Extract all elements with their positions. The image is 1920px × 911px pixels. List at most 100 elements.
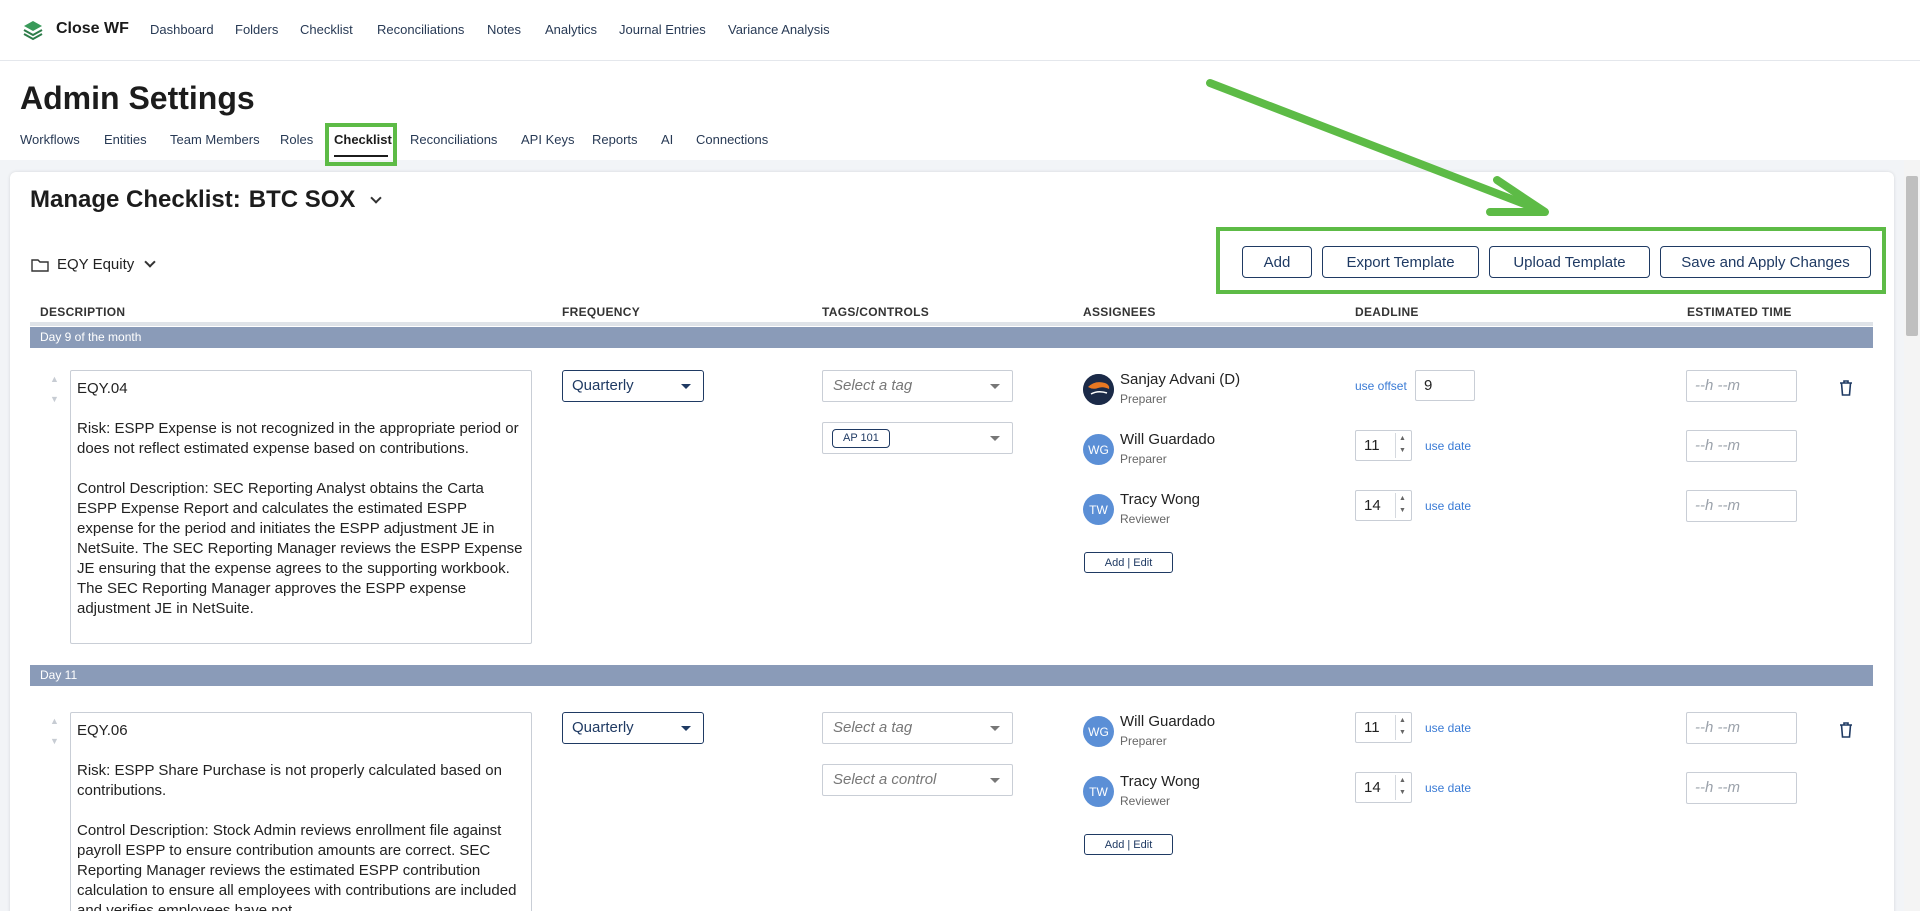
description-field[interactable]: EQY.04 Risk: ESPP Expense is not recogni…: [70, 370, 532, 644]
brand-name[interactable]: Close WF: [56, 20, 129, 38]
deadline-value: 14: [1364, 497, 1381, 514]
assignee-name: Will Guardado: [1120, 431, 1216, 448]
control-select[interactable]: AP 101: [822, 422, 1013, 454]
folder-name: EQY Equity: [57, 256, 135, 273]
avatar: [1083, 374, 1114, 405]
tab-reconciliations[interactable]: Reconciliations: [410, 132, 497, 147]
scrollbar-thumb[interactable]: [1906, 176, 1918, 336]
app-logo-icon[interactable]: [22, 19, 44, 41]
frequency-select[interactable]: Quarterly: [562, 370, 704, 402]
estimated-time-input[interactable]: --h --m: [1686, 712, 1797, 744]
folder-selector[interactable]: EQY Equity: [31, 255, 156, 273]
trash-icon[interactable]: [1838, 379, 1854, 397]
top-navbar: Close WF Dashboard Folders Checklist Rec…: [0, 0, 1920, 61]
item-control: Control Description: Stock Admin reviews…: [77, 822, 517, 911]
stepper-arrows-icon[interactable]: ▲ ▼: [1395, 433, 1409, 458]
use-offset-link[interactable]: use offset: [1355, 379, 1407, 393]
nav-folders[interactable]: Folders: [235, 22, 278, 37]
nav-reconciliations[interactable]: Reconciliations: [377, 22, 464, 37]
caret-down-icon: [681, 726, 691, 731]
header-divider: [30, 322, 1873, 326]
deadline-stepper[interactable]: 14 ▲ ▼: [1355, 490, 1412, 521]
stepper-arrows-icon[interactable]: ▲ ▼: [1395, 715, 1409, 740]
tab-connections[interactable]: Connections: [696, 132, 768, 147]
assignee-name: Tracy Wong: [1120, 773, 1201, 790]
nav-dashboard[interactable]: Dashboard: [150, 22, 214, 37]
deadline-stepper[interactable]: 14 ▲ ▼: [1355, 772, 1412, 803]
tag-select[interactable]: Select a tag: [822, 712, 1013, 744]
avatar: TW: [1083, 494, 1114, 525]
column-header-tags: TAGS/CONTROLS: [822, 305, 930, 319]
control-chip[interactable]: AP 101: [832, 429, 890, 448]
tab-api-keys[interactable]: API Keys: [521, 132, 574, 147]
assignee-role: Reviewer: [1120, 512, 1171, 526]
manage-checklist-title: Manage Checklist: BTC SOX: [30, 186, 382, 214]
nav-notes[interactable]: Notes: [487, 22, 521, 37]
deadline-value: 14: [1364, 779, 1381, 796]
control-placeholder: Select a control: [833, 771, 937, 788]
drag-handle-icon[interactable]: ▲ ▼: [50, 374, 60, 404]
column-header-description: DESCRIPTION: [40, 305, 126, 319]
group-header: Day 11: [30, 665, 1873, 686]
chevron-down-icon[interactable]: [370, 192, 382, 204]
use-date-link[interactable]: use date: [1425, 499, 1471, 513]
tab-workflows[interactable]: Workflows: [20, 132, 80, 147]
page-title: Admin Settings: [20, 80, 255, 116]
tag-select[interactable]: Select a tag: [822, 370, 1013, 402]
assignee-role: Preparer: [1120, 734, 1167, 748]
deadline-value: 11: [1364, 719, 1380, 736]
column-header-estimated-time: ESTIMATED TIME: [1687, 305, 1792, 319]
tab-entities[interactable]: Entities: [104, 132, 147, 147]
nav-variance-analysis[interactable]: Variance Analysis: [728, 22, 830, 37]
trash-icon[interactable]: [1838, 721, 1854, 739]
caret-down-icon: [990, 384, 1000, 389]
add-edit-assignees-button[interactable]: Add | Edit: [1084, 834, 1173, 855]
assignee-name: Tracy Wong: [1120, 491, 1201, 508]
annotation-arrow-icon: [1206, 79, 1549, 216]
item-control: Control Description: SEC Reporting Analy…: [77, 480, 523, 617]
drag-handle-icon[interactable]: ▲ ▼: [50, 716, 60, 746]
group-header: Day 9 of the month: [30, 327, 1873, 348]
nav-journal-entries[interactable]: Journal Entries: [619, 22, 706, 37]
frequency-select[interactable]: Quarterly: [562, 712, 704, 744]
column-header-assignees: ASSIGNEES: [1083, 305, 1156, 319]
column-header-frequency: FREQUENCY: [562, 305, 641, 319]
assignee-name: Sanjay Advani (D): [1120, 371, 1241, 388]
toolbar-highlight: [1216, 227, 1886, 294]
checklist-name-dropdown[interactable]: BTC SOX: [249, 186, 356, 213]
nav-checklist[interactable]: Checklist: [300, 22, 353, 37]
use-date-link[interactable]: use date: [1425, 439, 1471, 453]
item-risk: Risk: ESPP Share Purchase is not properl…: [77, 762, 502, 799]
estimated-time-input[interactable]: --h --m: [1686, 430, 1797, 462]
control-select[interactable]: Select a control: [822, 764, 1013, 796]
add-edit-assignees-button[interactable]: Add | Edit: [1084, 552, 1173, 573]
assignee-role: Preparer: [1120, 392, 1167, 406]
stepper-arrows-icon[interactable]: ▲ ▼: [1395, 775, 1409, 800]
tab-roles[interactable]: Roles: [280, 132, 313, 147]
item-risk: Risk: ESPP Expense is not recognized in …: [77, 420, 519, 457]
assignee-role: Preparer: [1120, 452, 1167, 466]
caret-down-icon: [990, 778, 1000, 783]
estimated-time-input[interactable]: --h --m: [1686, 490, 1797, 522]
deadline-input[interactable]: 9: [1415, 370, 1475, 401]
description-field[interactable]: EQY.06 Risk: ESPP Share Purchase is not …: [70, 712, 532, 911]
tab-reports[interactable]: Reports: [592, 132, 638, 147]
nav-analytics[interactable]: Analytics: [545, 22, 597, 37]
estimated-time-input[interactable]: --h --m: [1686, 772, 1797, 804]
item-code: EQY.04: [77, 380, 128, 397]
estimated-time-input[interactable]: --h --m: [1686, 370, 1797, 402]
tab-team-members[interactable]: Team Members: [170, 132, 260, 147]
deadline-stepper[interactable]: 11 ▲ ▼: [1355, 430, 1412, 461]
avatar: WG: [1083, 716, 1114, 747]
broncos-logo-icon: [1083, 374, 1114, 405]
stepper-arrows-icon[interactable]: ▲ ▼: [1395, 493, 1409, 518]
column-header-deadline: DEADLINE: [1355, 305, 1419, 319]
frequency-value: Quarterly: [572, 719, 634, 736]
tag-placeholder: Select a tag: [833, 377, 913, 394]
caret-down-icon: [681, 384, 691, 389]
deadline-value: 11: [1364, 437, 1380, 454]
use-date-link[interactable]: use date: [1425, 781, 1471, 795]
deadline-stepper[interactable]: 11 ▲ ▼: [1355, 712, 1412, 743]
use-date-link[interactable]: use date: [1425, 721, 1471, 735]
tab-ai[interactable]: AI: [661, 132, 673, 147]
